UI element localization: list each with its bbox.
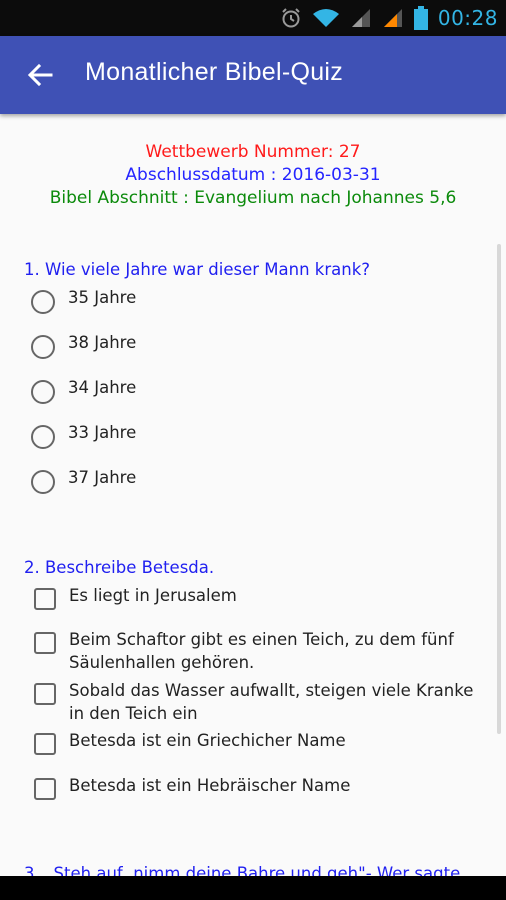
alarm-icon <box>282 8 300 28</box>
radio-button[interactable] <box>31 380 55 404</box>
deadline-date: Abschlussdatum : 2016-03-31 <box>125 165 381 185</box>
option-label: 34 Jahre <box>68 378 137 397</box>
checkbox[interactable] <box>34 632 56 654</box>
checkbox[interactable] <box>34 683 56 705</box>
question-1-text: 1. Wie viele Jahre war dieser Mann krank… <box>24 260 371 279</box>
option-label: Es liegt in Jerusalem <box>69 586 237 605</box>
question-1-option[interactable]: 37 Jahre <box>31 466 491 494</box>
option-label: 37 Jahre <box>68 468 137 487</box>
wifi-icon <box>312 9 339 27</box>
question-2-text: 2. Beschreibe Betesda. <box>24 558 215 577</box>
checkbox[interactable] <box>34 778 56 800</box>
checkbox[interactable] <box>34 588 56 610</box>
signal-icon <box>383 9 402 27</box>
question-2-option[interactable]: Betesda ist ein Hebräischer Name <box>31 774 491 800</box>
bible-passage: Bibel Abschnitt : Evangelium nach Johann… <box>49 188 457 208</box>
quiz-content[interactable]: Wettbewerb Nummer: 27 Abschlussdatum : 2… <box>0 114 506 876</box>
question-2-option[interactable]: Es liegt in Jerusalem <box>31 584 491 610</box>
page-title: Monatlicher Bibel-Quiz <box>85 58 344 86</box>
battery-icon <box>413 6 428 30</box>
app-bar: Monatlicher Bibel-Quiz <box>0 36 506 114</box>
scrollbar[interactable] <box>497 244 501 734</box>
option-label: 38 Jahre <box>68 333 137 352</box>
question-1-option[interactable]: 33 Jahre <box>31 421 491 449</box>
signal-icon <box>351 9 370 27</box>
checkbox[interactable] <box>34 733 56 755</box>
question-2-option[interactable]: Sobald das Wasser aufwallt, steigen viel… <box>31 679 491 725</box>
navigation-bar <box>0 876 506 900</box>
option-label: Sobald das Wasser aufwallt, steigen viel… <box>69 681 474 723</box>
status-icons: 00:28 <box>280 0 498 36</box>
option-label: 33 Jahre <box>68 423 137 442</box>
radio-button[interactable] <box>31 425 55 449</box>
clock: 00:28 <box>437 6 498 30</box>
back-button[interactable] <box>20 57 60 93</box>
question-1-option[interactable]: 35 Jahre <box>31 286 491 314</box>
question-2-option[interactable]: Beim Schaftor gibt es einen Teich, zu de… <box>31 628 491 674</box>
option-label: Betesda ist ein Hebräischer Name <box>69 776 351 795</box>
option-label: 35 Jahre <box>68 288 137 307</box>
arrow-left-icon <box>27 63 53 87</box>
question-1-option[interactable]: 38 Jahre <box>31 331 491 359</box>
radio-button[interactable] <box>31 290 55 314</box>
status-bar: 00:28 <box>0 0 506 36</box>
radio-button[interactable] <box>31 335 55 359</box>
contest-number: Wettbewerb Nummer: 27 <box>145 142 361 162</box>
question-3-text: 3. „Steh auf, nimm deine Bahre und geh"-… <box>24 864 461 876</box>
question-1-option[interactable]: 34 Jahre <box>31 376 491 404</box>
option-label: Beim Schaftor gibt es einen Teich, zu de… <box>69 630 454 672</box>
question-2-option[interactable]: Betesda ist ein Griechicher Name <box>31 729 491 755</box>
option-label: Betesda ist ein Griechicher Name <box>69 731 346 750</box>
radio-button[interactable] <box>31 470 55 494</box>
